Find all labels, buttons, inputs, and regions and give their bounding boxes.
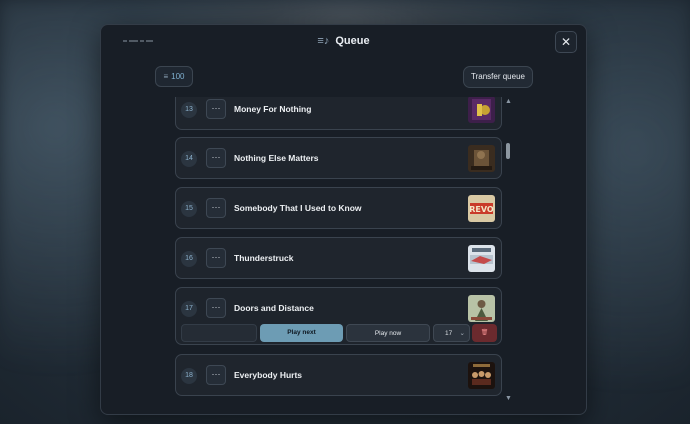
queue-toolbar: ≡ 100 Transfer queue	[101, 57, 586, 89]
song-title: Nothing Else Matters	[234, 153, 319, 163]
close-button[interactable]: ✕	[555, 31, 577, 53]
item-menu-button[interactable]: ···	[206, 248, 226, 268]
item-menu-button[interactable]: ···	[206, 298, 226, 318]
queue-count: 100	[171, 72, 185, 81]
queue-icon: ≡♪	[317, 35, 330, 47]
item-menu-button[interactable]: ···	[206, 99, 226, 119]
dialog-title-text: Queue	[335, 35, 370, 47]
close-icon: ✕	[560, 35, 572, 49]
queue-index: 15	[181, 201, 197, 217]
scrollbar-thumb[interactable]	[506, 143, 510, 159]
list-icon: ≡	[163, 72, 169, 81]
trash-icon: 🗑	[480, 330, 489, 336]
queue-item[interactable]: 15 ··· Somebody That I Used to Know REVO	[175, 187, 502, 229]
delete-button[interactable]: 🗑	[472, 324, 497, 342]
album-art: REVO	[468, 195, 495, 222]
play-now-button[interactable]: Play now	[346, 324, 430, 342]
queue-item[interactable]: 18 ··· Everybody Hurts	[175, 354, 502, 396]
queue-item[interactable]: 13 ··· Money For Nothing	[175, 97, 502, 130]
song-title: Money For Nothing	[234, 104, 312, 114]
queue-list[interactable]: 13 ··· Money For Nothing 14 ··· Nothing …	[175, 97, 505, 411]
actions-spacer	[181, 324, 257, 342]
transfer-queue-button[interactable]: Transfer queue	[463, 66, 533, 88]
queue-index: 14	[181, 151, 197, 167]
queue-index: 17	[181, 301, 197, 317]
dialog-header: ≡♪ Queue ✕	[101, 25, 586, 57]
queue-index: 18	[181, 368, 197, 384]
scroll-up-arrow[interactable]: ▲	[505, 98, 512, 105]
position-select[interactable]: 17 ⌄	[433, 324, 470, 342]
song-title: Doors and Distance	[234, 303, 314, 313]
album-art	[468, 362, 495, 389]
item-actions: Play next Play now 17 ⌄ 🗑	[181, 324, 497, 342]
svg-text:REVO: REVO	[469, 205, 494, 214]
position-value: 17	[445, 330, 453, 337]
queue-item-expanded[interactable]: 17 ··· Doors and Distance Play next Play…	[175, 287, 502, 345]
item-menu-button[interactable]: ···	[206, 365, 226, 385]
queue-index: 16	[181, 251, 197, 267]
queue-dialog: ≡♪ Queue ✕ ≡ 100 Transfer queue 13 ··· Mon…	[100, 24, 587, 415]
queue-index: 13	[181, 102, 197, 118]
queue-item[interactable]: 14 ··· Nothing Else Matters	[175, 137, 502, 179]
item-menu-button[interactable]: ···	[206, 148, 226, 168]
queue-count-button[interactable]: ≡ 100	[155, 66, 193, 87]
song-title: Thunderstruck	[234, 253, 294, 263]
scroll-down-arrow[interactable]: ▼	[505, 395, 512, 402]
album-art	[468, 145, 495, 172]
album-art	[468, 97, 495, 123]
queue-item[interactable]: 16 ··· Thunderstruck	[175, 237, 502, 279]
play-next-button[interactable]: Play next	[260, 324, 343, 342]
album-art	[468, 245, 495, 272]
song-title: Everybody Hurts	[234, 370, 303, 380]
item-menu-button[interactable]: ···	[206, 198, 226, 218]
album-art	[468, 295, 495, 322]
song-title: Somebody That I Used to Know	[234, 203, 362, 213]
dialog-title: ≡♪ Queue	[101, 35, 586, 47]
chevron-down-icon: ⌄	[459, 330, 465, 337]
